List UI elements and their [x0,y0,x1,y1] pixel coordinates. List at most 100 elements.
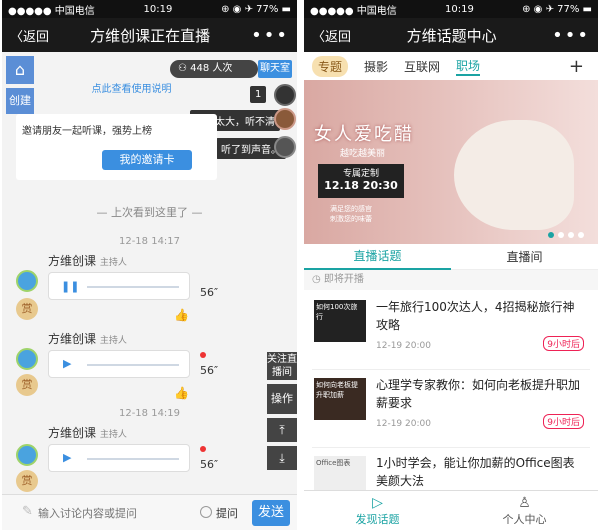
list-item[interactable]: 如何100次旅行 一年旅行100次达人，4招揭秘旅行神攻略 12-19 20:0… [312,292,590,370]
help-link[interactable]: 点此查看使用说明 [16,80,247,95]
viewer-count: 448 人次 [190,63,233,74]
audio-progress[interactable] [87,286,179,288]
play-icon[interactable]: ▶ [63,357,71,370]
upcoming-label: 即将开播 [323,274,364,285]
banner-tags: 满足您的感官 刺激您的味蕾 [330,204,372,224]
audio-duration: 56″ [200,286,219,299]
banner-tag: 满足您的感官 [330,205,372,213]
host-name: 方维创课 [48,426,97,440]
battery-indicator: ⊕ ◉ ✈ 77% ▬ [221,3,291,15]
carousel-dot[interactable] [548,232,554,238]
item-thumbnail: 如何向老板提升职加薪 [314,378,366,420]
user-icon: ♙ [518,495,531,511]
tab-live-rooms[interactable]: 直播间 [451,245,598,269]
chatroom-button[interactable]: 聊天室 [258,60,292,78]
tab-live-topics[interactable]: 直播话题 [304,244,451,270]
follow-room-button[interactable]: 关注直播间 [267,352,297,380]
audio-player[interactable]: ❚❚ [48,272,190,300]
host-name-row: 方维创课 主持人 [48,252,127,269]
host-avatar [16,270,38,292]
host-name: 方维创课 [48,254,97,268]
tab-photography[interactable]: 摄影 [364,58,388,75]
banner-date-box: 专属定制 12.18 20:30 [318,164,404,198]
discover-label: 发现话题 [355,513,400,526]
send-button[interactable]: 发送 [252,500,290,526]
message-time: 12-18 14:19 [118,408,181,419]
host-name-row: 方维创课 主持人 [48,330,127,347]
pencil-icon: ✎ [22,504,33,519]
invite-card: 邀请朋友一起听课，强势上榜 [16,114,217,180]
audio-player[interactable]: ▶ [48,350,190,378]
last-seen-divider: — 上次看到这里了 — [96,206,203,219]
viewer-icon: ⚇ [178,63,191,74]
banner-label: 专属定制 [342,169,379,179]
avatar [274,108,296,130]
reward-icon[interactable]: 赏 [16,374,38,396]
page-title: 方维话题中心 [406,26,497,45]
carousel-dot[interactable] [578,232,584,238]
tab-profile[interactable]: ♙ 个人中心 [451,491,598,530]
item-title: 心理学专家教你：如何向老板提升职加薪要求 [376,378,581,410]
discover-icon: ▷ [372,495,383,511]
reward-icon[interactable]: 赏 [16,298,38,320]
operate-button[interactable]: 操作 [267,384,297,414]
like-icon[interactable]: 👍 [174,308,189,322]
input-bar: ✎ 提问 发送 [2,494,297,530]
carrier-label: ●●●●● 中国电信 [310,5,397,17]
unread-dot [200,446,206,452]
banner[interactable]: 女人爱吃醋 越吃越美丽 专属定制 12.18 20:30 满足您的感官 刺激您的… [304,80,598,244]
message-time: 12-18 14:17 [118,236,181,247]
more-icon[interactable]: ••• [251,25,289,46]
clock-icon: ◷ [312,274,324,285]
ask-label: 提问 [216,507,238,520]
pause-icon[interactable]: ❚❚ [61,280,79,293]
carousel-dot[interactable] [568,232,574,238]
scroll-top-icon[interactable]: ⤒ [267,418,297,442]
host-name: 方维创课 [48,332,97,346]
discussion-input[interactable] [38,503,188,523]
host-role: 主持人 [99,336,127,346]
tab-discover[interactable]: ▷ 发现话题 [304,491,451,530]
live-room-screen: ●●●●● 中国电信 10:19 ⊕ ◉ ✈ 77% ▬ 〈返回 方维创课正在直… [2,0,297,530]
unread-dot [200,352,206,358]
host-role: 主持人 [99,430,127,440]
banner-date: 12.18 20:30 [324,179,398,192]
list-item[interactable]: 如何向老板提升职加薪 心理学专家教你：如何向老板提升职加薪要求 12-19 20… [312,370,590,448]
reward-icon[interactable]: 赏 [16,470,38,492]
carrier-label: ●●●●● 中国电信 [8,5,95,17]
clock: 10:19 [445,3,474,15]
host-avatar [16,444,38,466]
ask-checkbox[interactable] [200,506,212,518]
tab-workplace[interactable]: 职场 [456,57,481,76]
host-role: 主持人 [99,258,127,268]
like-icon[interactable]: 👍 [174,386,189,400]
upcoming-header: ◷ 即将开播 [304,270,598,290]
more-icon[interactable]: ••• [552,25,590,46]
tab-special[interactable]: 专题 [312,55,349,77]
banner-headline: 女人爱吃醋 [314,124,414,145]
audio-duration: 56″ [200,458,219,471]
item-time: 12-19 20:00 [376,341,431,351]
add-tab-icon[interactable]: + [569,56,584,77]
item-time: 12-19 20:00 [376,419,431,429]
invite-card-button[interactable]: 我的邀请卡 [102,150,192,170]
carousel-dot[interactable] [558,232,564,238]
carousel-dots[interactable] [548,232,584,238]
audio-progress[interactable] [87,364,179,366]
audio-progress[interactable] [87,458,179,460]
scroll-bottom-icon[interactable]: ⤓ [267,446,297,470]
nav-bar: 〈返回 方维话题中心 ••• [304,18,598,52]
banner-tag: 刺激您的味蕾 [330,215,372,223]
back-button[interactable]: 〈返回 [312,26,351,45]
chat-bubble: 1 [250,86,267,103]
back-button[interactable]: 〈返回 [10,26,49,45]
item-title: 一年旅行100次达人，4招揭秘旅行神攻略 [376,300,575,332]
countdown-badge: 9小时后 [543,336,584,351]
tab-internet[interactable]: 互联网 [404,58,440,75]
play-icon[interactable]: ▶ [63,451,71,464]
countdown-badge: 9小时后 [543,414,584,429]
audio-player[interactable]: ▶ [48,444,190,472]
nav-bar: 〈返回 方维创课正在直播 ••• [2,18,297,52]
category-tabs: 专题 摄影 互联网 职场 + [304,52,598,80]
host-name-row: 方维创课 主持人 [48,424,127,441]
